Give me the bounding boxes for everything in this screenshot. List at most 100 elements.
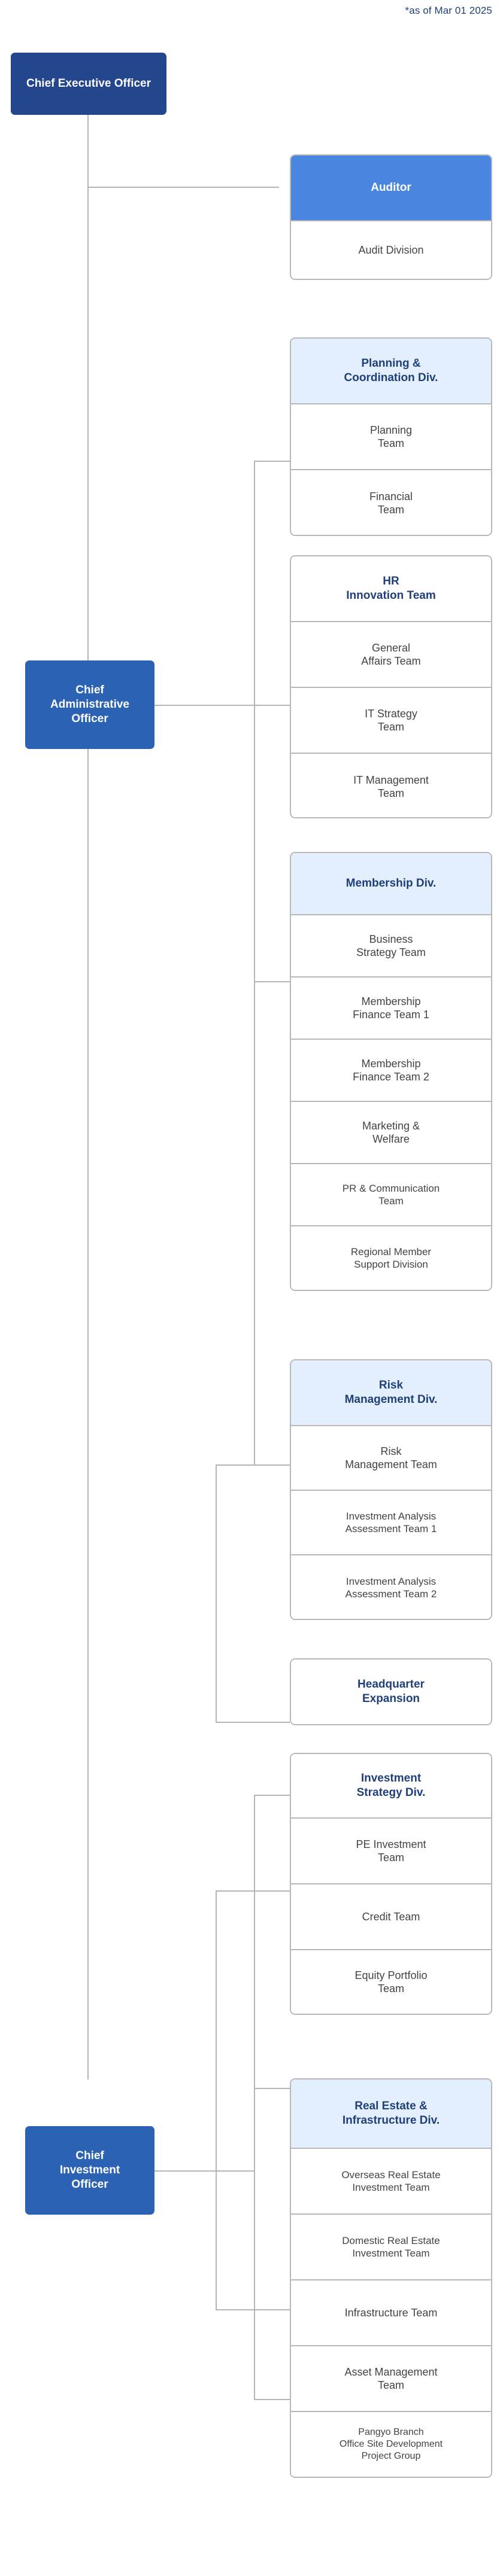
item-infrastructure-team[interactable]: Infrastructure Team [291,2280,491,2346]
item-planning-team[interactable]: Planning Team [291,404,491,470]
item-membership-finance-team-2[interactable]: Membership Finance Team 2 [291,1040,491,1102]
item-pangyo-branch-office-site-development-project-group[interactable]: Pangyo Branch Office Site Development Pr… [291,2412,491,2477]
mem-fin2-line1: Membership [361,1057,421,1070]
header-planning-line1: Planning & [361,357,421,370]
header-auditor[interactable]: Auditor [291,156,491,221]
equity-line1: Equity Portfolio [354,1969,428,1981]
mem-fin1-line2: Finance Team 1 [353,1009,429,1021]
item-investment-analysis-assessment-team-2[interactable]: Investment Analysis Assessment Team 2 [291,1555,491,1619]
item-audit-division[interactable]: Audit Division [291,221,491,279]
item-it-management-team[interactable]: IT Management Team [291,754,491,817]
pr-text: PR & Communication Team [343,1182,440,1207]
connector-cio-branch-strategy [254,1795,290,1796]
node-chief-investment-officer[interactable]: Chief Investment Officer [25,2126,154,2215]
regional-line1: Regional Member [350,1246,432,1257]
ia1-line1: Investment Analysis [346,1510,437,1522]
connector-cio-sub-bottom [216,2309,290,2310]
mem-fin2-line2: Finance Team 2 [353,1071,429,1083]
header-risk-management-div[interactable]: Risk Management Div. [291,1360,491,1426]
general-affairs-text: General Affairs Team [361,641,420,668]
header-real-estate-infrastructure-div[interactable]: Real Estate & Infrastructure Div. [291,2079,491,2149]
item-pe-investment-team[interactable]: PE Investment Team [291,1819,491,1884]
connector-cio-rail [254,1795,255,2399]
marketing-line1: Marketing & [362,1119,420,1132]
cao-label-line3: Officer [71,712,108,726]
item-pr-communication-team[interactable]: PR & Communication Team [291,1164,491,1226]
mem-fin2-text: Membership Finance Team 2 [353,1057,429,1084]
item-it-strategy-team[interactable]: IT Strategy Team [291,688,491,754]
item-risk-management-team[interactable]: Risk Management Team [291,1426,491,1491]
header-risk-line1: Risk [378,1379,404,1392]
overseas-line2: Investment Team [352,2182,430,2193]
connector-risk-rail-bottom [216,1722,290,1723]
item-credit-team[interactable]: Credit Team [291,1884,491,1950]
risk-team-text: Risk Management Team [345,1445,437,1472]
header-risk-line2: Management Div. [344,1393,438,1406]
header-hq-text: Headquarter Expansion [357,1677,425,1706]
connector-cao-branch-hr [254,705,290,706]
financial-team-line1: Financial [369,490,413,503]
cio-label-line1: Chief [75,2149,104,2162]
overseas-line1: Overseas Real Estate [341,2169,441,2181]
group-investment-strategy: Investment Strategy Div. PE Investment T… [290,1753,492,2015]
pe-line2: Team [377,1852,404,1864]
pangyo-text: Pangyo Branch Office Site Development Pr… [340,2426,443,2462]
connector-cio-sub-top [216,1890,290,1892]
header-invstrat-line1: Investment [360,1772,422,1785]
header-hr-line1: HR [383,575,399,588]
header-hr-line2: Innovation Team [346,589,436,602]
ia2-line2: Assessment Team 2 [345,1588,437,1600]
header-investment-strategy-div[interactable]: Investment Strategy Div. [291,1754,491,1819]
marketing-line2: Welfare [372,1133,410,1145]
general-affairs-line2: Affairs Team [361,655,421,667]
connector-risk-rail [216,1464,217,1722]
node-chief-administrative-officer[interactable]: Chief Administrative Officer [25,660,154,749]
asset-line1: Asset Management [344,2365,438,2378]
pe-text: PE Investment Team [356,1838,426,1865]
equity-text: Equity Portfolio Team [354,1969,427,1996]
financial-team-line2: Team [377,504,404,516]
item-domestic-real-estate-investment-team[interactable]: Domestic Real Estate Investment Team [291,2215,491,2280]
equity-line2: Team [377,1983,404,1995]
risk-team-line1: Risk [380,1445,402,1457]
item-regional-member-support-division[interactable]: Regional Member Support Division [291,1226,491,1290]
header-membership-div[interactable]: Membership Div. [291,853,491,915]
ia2-text: Investment Analysis Assessment Team 2 [346,1575,437,1600]
item-marketing-welfare[interactable]: Marketing & Welfare [291,1102,491,1164]
group-hr-innovation: HR Innovation Team General Affairs Team … [290,555,492,818]
pe-line1: PE Investment [356,1838,426,1850]
item-equity-portfolio-team[interactable]: Equity Portfolio Team [291,1950,491,2014]
group-planning-coordination: Planning & Coordination Div. Planning Te… [290,337,492,536]
cio-label-wrap: Chief Investment Officer [60,2149,120,2193]
item-membership-finance-team-1[interactable]: Membership Finance Team 1 [291,978,491,1040]
item-investment-analysis-assessment-team-1[interactable]: Investment Analysis Assessment Team 1 [291,1491,491,1555]
item-general-affairs-team[interactable]: General Affairs Team [291,622,491,688]
it-strategy-line1: IT Strategy [365,707,417,720]
pr-line2: Team [378,1195,404,1207]
connector-cao-branch-membership [254,981,290,982]
item-business-strategy-team[interactable]: Business Strategy Team [291,915,491,978]
it-strategy-line2: Team [377,721,404,733]
general-affairs-line1: General [371,641,411,654]
marketing-text: Marketing & Welfare [362,1119,420,1146]
item-asset-management-team[interactable]: Asset Management Team [291,2346,491,2412]
header-hq-line1: Headquarter [357,1678,425,1691]
header-rei-line2: Infrastructure Div. [342,2114,440,2127]
mem-fin1-line1: Membership [361,995,421,1007]
header-headquarter-expansion[interactable]: Headquarter Expansion [291,1660,491,1724]
header-invstrat-line2: Strategy Div. [356,1786,426,1799]
header-hr-innovation-team[interactable]: HR Innovation Team [291,556,491,622]
ia1-text: Investment Analysis Assessment Team 1 [346,1510,437,1535]
item-financial-team[interactable]: Financial Team [291,470,491,535]
item-overseas-real-estate-investment-team[interactable]: Overseas Real Estate Investment Team [291,2149,491,2215]
connector-ceo-to-auditor [87,187,279,188]
cio-label-line2: Investment [59,2163,120,2176]
header-planning-coordination-div[interactable]: Planning & Coordination Div. [291,339,491,404]
group-headquarter-expansion: Headquarter Expansion [290,1658,492,1725]
node-chief-executive-officer[interactable]: Chief Executive Officer [11,53,166,115]
group-risk-management: Risk Management Div. Risk Management Tea… [290,1359,492,1620]
it-strategy-text: IT Strategy Team [365,707,417,734]
regional-text: Regional Member Support Division [351,1246,431,1271]
connector-cao-rail [254,461,255,1464]
cio-label-line3: Officer [71,2178,108,2191]
